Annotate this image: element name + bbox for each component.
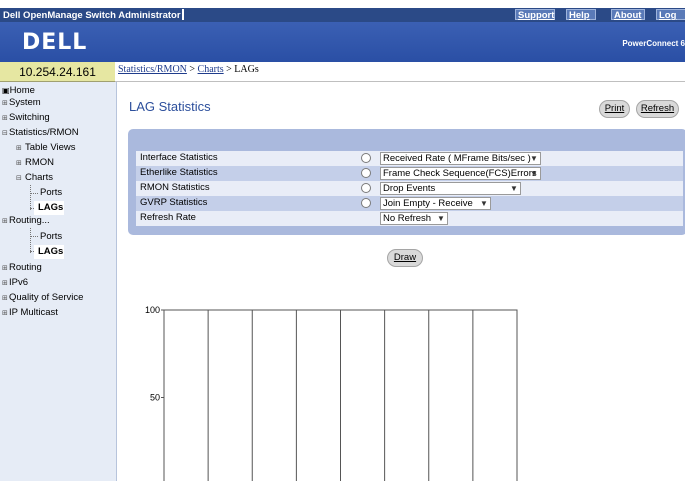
refresh-button[interactable]: Refresh	[636, 100, 679, 118]
chevron-down-icon: ▼	[510, 184, 518, 193]
print-button[interactable]: Print	[599, 100, 630, 118]
sidebar-item-charts[interactable]: ⊟ Charts	[16, 171, 53, 185]
etherlike-statistics-label: Etherlike Statistics	[140, 167, 218, 178]
expand-icon[interactable]: ⊞	[2, 307, 9, 321]
interface-statistics-radio[interactable]	[361, 153, 371, 163]
sidebar-item-charts-lags[interactable]: LAGs	[34, 201, 64, 215]
tree-connector	[30, 228, 31, 253]
home-icon: ▣	[2, 86, 10, 95]
sidebar-tree: ▣Home ⊞System ⊞Switching ⊟Statistics/RMO…	[0, 82, 117, 481]
gvrp-statistics-label: GVRP Statistics	[140, 197, 208, 208]
expand-icon[interactable]: ⊞	[2, 292, 9, 306]
refresh-rate-row: Refresh Rate No Refresh ▼	[136, 211, 683, 226]
gvrp-statistics-radio[interactable]	[361, 198, 371, 208]
sidebar-item-statistics-rmon[interactable]: ⊟Statistics/RMON	[2, 126, 79, 140]
tree-connector	[30, 193, 38, 194]
chevron-down-icon: ▼	[530, 169, 538, 178]
etherlike-statistics-row: Etherlike Statistics Frame Check Sequenc…	[136, 166, 683, 181]
sidebar-item-charts-ports[interactable]: Ports	[40, 186, 62, 200]
breadcrumb-statistics-rmon[interactable]: Statistics/RMON	[118, 64, 187, 75]
dell-logo: DELL	[22, 30, 88, 55]
about-link[interactable]: About	[611, 9, 645, 21]
expand-icon[interactable]: ⊞	[16, 157, 23, 171]
breadcrumb-charts[interactable]: Charts	[198, 64, 224, 75]
refresh-rate-select[interactable]: No Refresh ▼	[380, 212, 448, 225]
breadcrumb-separator: >	[189, 64, 196, 75]
chart-y-tick-label: 100	[145, 305, 160, 315]
chevron-down-icon: ▼	[530, 154, 538, 163]
page-title: LAG Statistics	[129, 99, 211, 114]
chevron-down-icon: ▼	[480, 199, 488, 208]
sidebar-item-ports[interactable]: Ports	[40, 230, 62, 244]
breadcrumb-current: LAGs	[234, 64, 259, 75]
collapse-icon[interactable]: ⊟	[2, 127, 9, 141]
sidebar-item-switching[interactable]: ⊞Switching	[2, 111, 50, 125]
breadcrumb: Statistics/RMON > Charts > LAGs	[115, 62, 685, 82]
sidebar-item-routing[interactable]: ⊞Routing	[2, 261, 42, 275]
statistics-panel: Interface Statistics Received Rate ( MFr…	[128, 129, 685, 235]
title-bar: Dell OpenManage Switch Administrator Sup…	[0, 8, 685, 32]
app-title: Dell OpenManage Switch Administrator	[3, 9, 184, 21]
tree-connector	[30, 236, 38, 237]
expand-icon[interactable]: ⊞	[2, 262, 9, 276]
device-ip: 10.254.24.161	[0, 62, 115, 82]
interface-statistics-row: Interface Statistics Received Rate ( MFr…	[136, 151, 683, 166]
help-link[interactable]: Help	[566, 9, 596, 21]
refresh-rate-label: Refresh Rate	[140, 212, 196, 223]
rmon-statistics-label: RMON Statistics	[140, 182, 210, 193]
expand-icon[interactable]: ⊞	[2, 277, 9, 291]
etherlike-statistics-radio[interactable]	[361, 168, 371, 178]
breadcrumb-separator: >	[226, 64, 232, 75]
sidebar-item-lags[interactable]: LAGs	[34, 245, 64, 259]
sidebar-item-routing-partial[interactable]: ⊞Routing...	[2, 216, 50, 226]
chart-y-tick-label: 50	[150, 393, 160, 403]
rmon-statistics-radio[interactable]	[361, 183, 371, 193]
gvrp-statistics-select[interactable]: Join Empty - Receive ▼	[380, 197, 491, 210]
expand-icon[interactable]: ⊞	[16, 142, 23, 156]
product-name: PowerConnect 6	[622, 39, 685, 48]
expand-icon[interactable]: ⊞	[2, 97, 9, 111]
brand-banner: DELL PowerConnect 6	[0, 22, 685, 62]
rmon-statistics-row: RMON Statistics Drop Events ▼	[136, 181, 683, 196]
lag-statistics-chart: 100500	[145, 305, 518, 481]
tree-connector	[30, 185, 31, 210]
collapse-icon[interactable]: ⊟	[16, 172, 23, 186]
gvrp-statistics-row: GVRP Statistics Join Empty - Receive ▼	[136, 196, 683, 211]
main-content: LAG Statistics Print Refresh Interface S…	[118, 83, 685, 481]
expand-icon[interactable]: ⊞	[2, 112, 9, 126]
sidebar-item-rmon[interactable]: ⊞ RMON	[16, 156, 54, 170]
logout-link[interactable]: Log Out	[656, 9, 685, 32]
support-link[interactable]: Support	[515, 9, 555, 21]
etherlike-statistics-select[interactable]: Frame Check Sequence(FCS)Errors ▼	[380, 167, 541, 180]
rmon-statistics-select[interactable]: Drop Events ▼	[380, 182, 521, 195]
sidebar-item-system[interactable]: ⊞System	[2, 96, 41, 110]
interface-statistics-select[interactable]: Received Rate ( MFrame Bits/sec ) ▼	[380, 152, 541, 165]
sidebar-item-qos[interactable]: ⊞Quality of Service	[2, 291, 83, 305]
chevron-down-icon: ▼	[437, 214, 445, 223]
sidebar-item-ip-multicast[interactable]: ⊞IP Multicast	[2, 306, 58, 320]
draw-button[interactable]: Draw	[387, 249, 423, 267]
sidebar-item-table-views[interactable]: ⊞ Table Views	[16, 141, 76, 155]
interface-statistics-label: Interface Statistics	[140, 152, 218, 163]
expand-icon[interactable]: ⊞	[2, 217, 9, 226]
sidebar-item-ipv6[interactable]: ⊞IPv6	[2, 276, 28, 290]
